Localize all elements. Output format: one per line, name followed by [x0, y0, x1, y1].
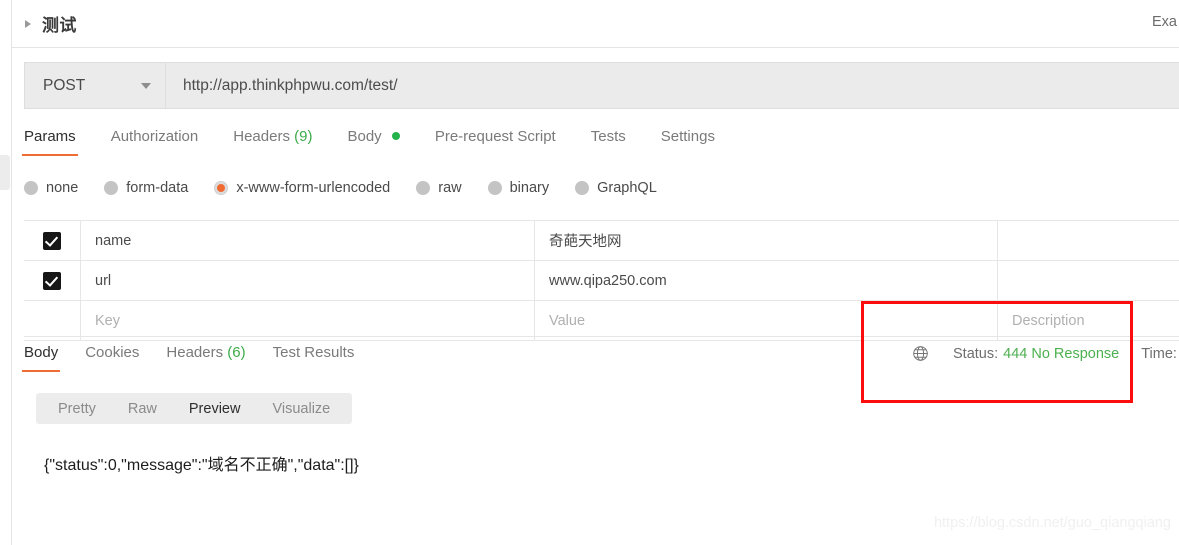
description-placeholder: Description	[1012, 312, 1085, 329]
method-select[interactable]: POST	[24, 62, 166, 109]
row-value-cell[interactable]: Value	[534, 301, 997, 340]
row-value-cell[interactable]: 奇葩天地网	[534, 221, 997, 260]
status-value[interactable]: 444 No Response	[1003, 346, 1119, 362]
row-value-text: 奇葩天地网	[549, 234, 622, 250]
sidebar-expand-handle[interactable]	[0, 155, 10, 190]
time-label: Time:	[1141, 345, 1177, 362]
response-tab-headers[interactable]: Headers (6)	[166, 344, 245, 372]
viewer-tab-pretty[interactable]: Pretty	[42, 401, 112, 417]
value-placeholder: Value	[549, 312, 586, 329]
body-type-none-label: none	[46, 180, 79, 196]
viewer-tab-raw[interactable]: Raw	[112, 401, 173, 417]
tab-body[interactable]: Body	[347, 128, 400, 156]
response-tab-cookies[interactable]: Cookies	[85, 344, 139, 372]
tab-settings[interactable]: Settings	[661, 128, 715, 156]
checkbox-checked-icon[interactable]	[43, 271, 61, 290]
checkbox-checked-icon[interactable]	[43, 231, 61, 250]
tab-headers-label: Headers	[233, 128, 290, 145]
row-checkbox-cell[interactable]	[24, 221, 80, 260]
response-tab-body-label: Body	[24, 344, 59, 361]
row-key-text: name	[95, 232, 132, 249]
radio-icon	[104, 181, 119, 195]
body-type-form-data-label: form-data	[126, 180, 189, 196]
tab-params-label: Params	[24, 128, 76, 145]
body-type-raw[interactable]: raw	[416, 180, 462, 196]
body-type-graphql[interactable]: GraphQL	[575, 180, 657, 196]
body-type-binary[interactable]: binary	[487, 180, 550, 196]
tab-body-label: Body	[347, 128, 382, 145]
radio-icon	[416, 181, 431, 195]
request-title: 测试	[42, 16, 77, 35]
sidebar-rail	[0, 0, 12, 545]
body-params-table: name 奇葩天地网 url www.qipa250.com Key Value…	[24, 220, 1179, 341]
tab-headers[interactable]: Headers (9)	[233, 128, 312, 156]
body-type-none[interactable]: none	[24, 180, 78, 196]
method-label: POST	[43, 76, 86, 94]
row-description-cell[interactable]	[997, 261, 1179, 300]
body-type-form-data[interactable]: form-data	[104, 180, 188, 196]
row-key-cell[interactable]: url	[80, 261, 534, 300]
globe-icon	[912, 345, 929, 362]
body-type-x-www-form-urlencoded[interactable]: x-www-form-urlencoded	[214, 180, 390, 196]
radio-icon	[575, 181, 590, 195]
body-type-raw-label: raw	[438, 180, 462, 196]
tab-settings-label: Settings	[660, 128, 715, 145]
table-row-empty[interactable]: Key Value Description	[24, 301, 1179, 341]
row-description-cell[interactable]	[997, 221, 1179, 260]
response-tab-headers-label: Headers	[166, 344, 224, 361]
row-key-cell[interactable]: Key	[80, 301, 534, 340]
row-value-cell[interactable]: www.qipa250.com	[534, 261, 997, 300]
body-type-x-www-form-urlencoded-label: x-www-form-urlencoded	[236, 180, 391, 196]
request-pane: 测试 Exa POST http://app.thinkphpwu.com/te…	[12, 0, 1179, 545]
response-tab-body[interactable]: Body	[21, 344, 61, 372]
body-type-binary-label: binary	[509, 180, 550, 196]
chevron-down-icon	[141, 82, 151, 89]
viewer-tab-preview[interactable]: Preview	[173, 401, 257, 417]
response-tab-test-results-label: Test Results	[272, 344, 355, 361]
url-text: http://app.thinkphpwu.com/test/	[183, 76, 398, 94]
row-checkbox-cell[interactable]	[24, 261, 80, 300]
request-header: 测试 Exa	[12, 0, 1179, 48]
tab-authorization-label: Authorization	[110, 128, 199, 145]
table-row[interactable]: url www.qipa250.com	[24, 261, 1179, 301]
body-type-radio-group: none form-data x-www-form-urlencoded raw…	[24, 180, 683, 196]
radio-selected-icon	[214, 181, 229, 195]
response-divider	[24, 336, 1179, 337]
response-body-text: {"status":0,"message":"域名不正确","data":[]}	[44, 457, 359, 474]
tab-tests[interactable]: Tests	[591, 128, 626, 156]
tab-headers-count: (9)	[294, 128, 313, 145]
url-bar: POST http://app.thinkphpwu.com/test/	[24, 62, 1179, 111]
response-viewer-tabs: Pretty Raw Preview Visualize	[36, 393, 353, 424]
url-input[interactable]: http://app.thinkphpwu.com/test/	[166, 62, 1179, 109]
response-tab-headers-count: (6)	[227, 344, 246, 361]
row-checkbox-cell[interactable]	[24, 301, 80, 340]
row-key-text: url	[95, 272, 112, 289]
body-type-graphql-label: GraphQL	[597, 180, 657, 196]
row-value-text: www.qipa250.com	[549, 272, 667, 289]
status-label: Status:	[953, 345, 999, 362]
tab-pre-request-script-label: Pre-request Script	[434, 128, 556, 145]
radio-icon	[24, 181, 38, 195]
body-modified-dot-icon	[391, 132, 400, 140]
response-tabs: Body Cookies Headers (6) Test Results	[21, 344, 381, 372]
row-key-cell[interactable]: name	[80, 221, 534, 260]
table-row[interactable]: name 奇葩天地网	[24, 221, 1179, 261]
examples-link[interactable]: Exa	[1152, 14, 1179, 30]
radio-icon	[487, 181, 502, 195]
viewer-tab-visualize[interactable]: Visualize	[256, 401, 346, 417]
tab-params[interactable]: Params	[22, 128, 78, 156]
row-description-cell[interactable]: Description	[997, 301, 1179, 340]
watermark: https://blog.csdn.net/guo_qiangqiang	[933, 515, 1171, 531]
key-placeholder: Key	[95, 312, 120, 329]
response-tab-cookies-label: Cookies	[85, 344, 140, 361]
response-tab-test-results[interactable]: Test Results	[273, 344, 355, 372]
tab-authorization[interactable]: Authorization	[111, 128, 199, 156]
response-status-strip: Status: 444 No Response Time: 3	[912, 345, 1179, 362]
triangle-right-icon[interactable]	[25, 19, 31, 28]
tab-pre-request-script[interactable]: Pre-request Script	[435, 128, 556, 156]
tab-tests-label: Tests	[590, 128, 626, 145]
request-tabs: Params Authorization Headers (9) Body Pr…	[22, 128, 1179, 166]
